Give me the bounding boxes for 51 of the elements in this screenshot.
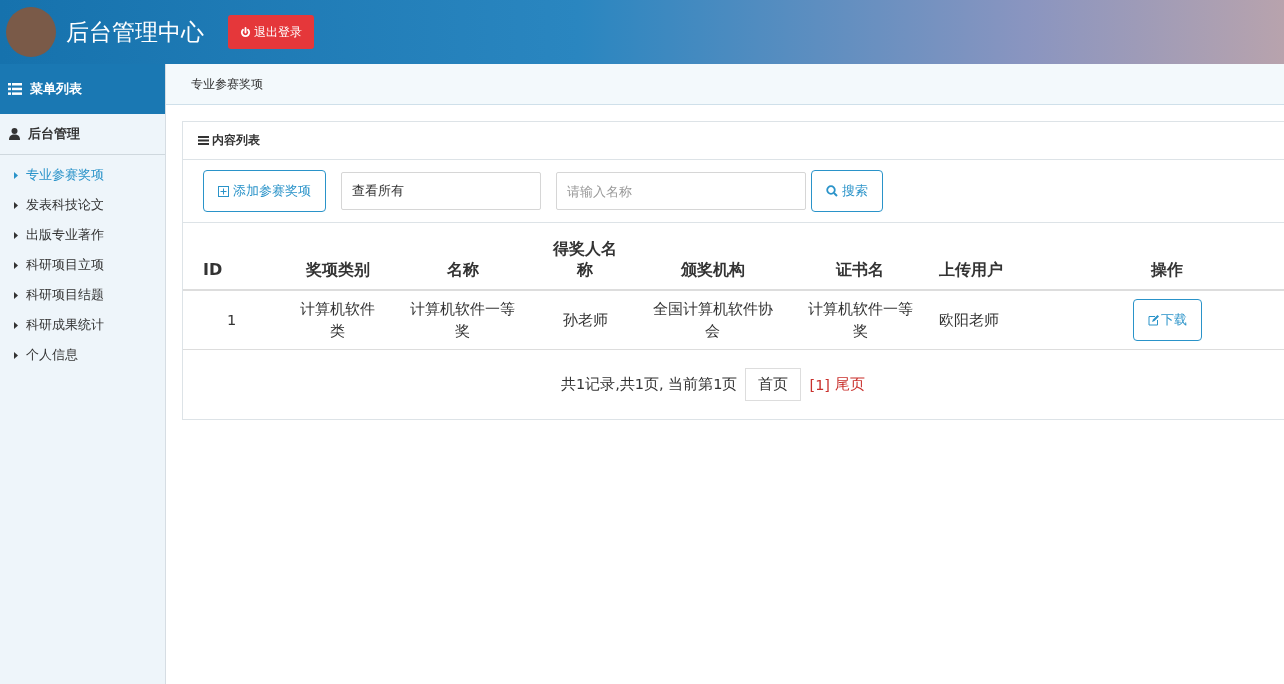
sidebar-item[interactable]: 个人信息 <box>0 340 165 370</box>
menu-title: 菜单列表 <box>30 80 82 98</box>
table-cell: 1 <box>183 290 280 350</box>
list-icon <box>8 83 22 95</box>
user-icon <box>9 128 20 140</box>
table-cell: 计算机软件类 <box>280 290 395 350</box>
sidebar-item[interactable]: 科研项目结题 <box>0 280 165 310</box>
app-title: 后台管理中心 <box>66 17 204 47</box>
column-header: 名称 <box>395 223 530 290</box>
column-header: 证书名 <box>785 223 935 290</box>
table-cell: 欧阳老师 <box>935 290 1050 350</box>
section-title: 后台管理 <box>28 125 80 143</box>
sidebar-item[interactable]: 科研成果统计 <box>0 310 165 340</box>
triangle-icon <box>14 321 18 329</box>
column-header: 得奖人名称 <box>530 223 640 290</box>
menu-icon <box>198 136 209 145</box>
column-header: ID <box>183 223 280 290</box>
triangle-icon <box>14 351 18 359</box>
triangle-icon <box>14 231 18 239</box>
edit-icon <box>1147 314 1159 326</box>
triangle-icon <box>14 291 18 299</box>
triangle-icon <box>14 201 18 209</box>
plus-square-icon <box>218 185 229 197</box>
column-header: 上传用户 <box>935 223 1050 290</box>
search-field[interactable]: 请输入名称 <box>556 172 806 210</box>
table-cell: 全国计算机软件协会 <box>640 290 785 350</box>
logout-button[interactable]: 退出登录 <box>228 15 314 49</box>
current-page-link[interactable]: [1] <box>809 376 831 393</box>
pagination-summary: 共1记录,共1页, 当前第1页 <box>560 375 738 394</box>
column-header: 颁奖机构 <box>640 223 785 290</box>
search-icon <box>826 185 838 197</box>
table-cell: 计算机软件一等奖 <box>785 290 935 350</box>
column-header: 操作 <box>1050 223 1284 290</box>
filter-field[interactable]: 查看所有 <box>341 172 541 210</box>
first-page-button[interactable]: 首页 <box>745 368 802 401</box>
power-icon <box>240 26 251 38</box>
table-cell: 孙老师 <box>530 290 640 350</box>
avatar <box>6 7 56 57</box>
panel-title: 内容列表 <box>212 132 260 149</box>
search-button[interactable]: 搜索 <box>811 170 883 212</box>
table-cell: 计算机软件一等奖 <box>395 290 530 350</box>
sidebar-item[interactable]: 发表科技论文 <box>0 190 165 220</box>
triangle-icon <box>14 171 18 179</box>
sidebar-item[interactable]: 科研项目立项 <box>0 250 165 280</box>
breadcrumb: 专业参赛奖项 <box>166 64 1284 105</box>
last-page-link[interactable]: 尾页 <box>835 375 866 394</box>
sidebar-item[interactable]: 出版专业著作 <box>0 220 165 250</box>
column-header: 奖项类别 <box>280 223 395 290</box>
add-button[interactable]: 添加参赛奖项 <box>203 170 326 212</box>
triangle-icon <box>14 261 18 269</box>
download-button[interactable]: 下载 <box>1132 299 1202 341</box>
